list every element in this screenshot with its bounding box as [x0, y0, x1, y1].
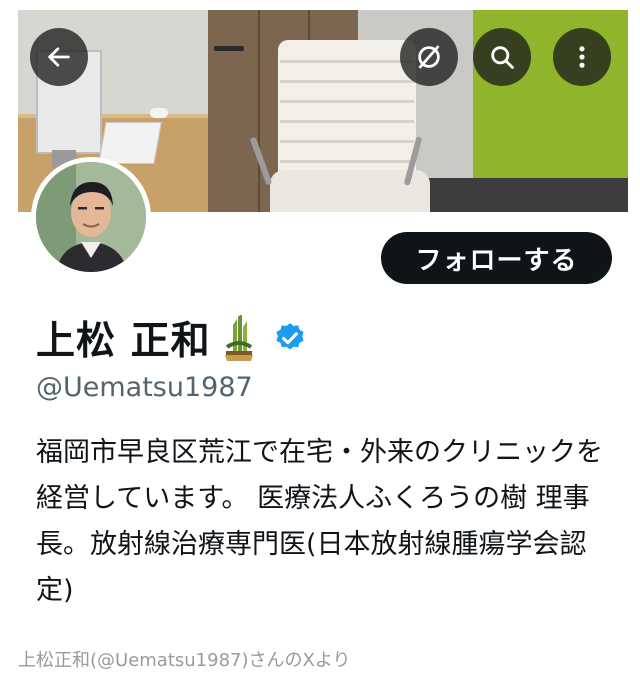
avatar-photo	[36, 162, 146, 272]
profile-card: フォローする 上松 正和 @Uematsu1987 福岡市早良区荒江で在宅・外来…	[18, 10, 628, 640]
unmute-button[interactable]	[400, 28, 458, 86]
profile-handle: @Uematsu1987	[36, 372, 253, 403]
slashed-circle-icon	[418, 45, 440, 69]
image-source-caption: 上松正和(@Uematsu1987)さんのXより	[18, 650, 351, 671]
back-arrow-icon	[48, 47, 70, 67]
display-name: 上松 正和	[36, 319, 211, 364]
profile-name-row: 上松 正和	[36, 310, 307, 366]
more-options-button[interactable]	[553, 28, 611, 86]
verified-badge-icon	[275, 323, 304, 350]
kadomatsu-emoji	[224, 315, 253, 361]
search-button[interactable]	[473, 28, 531, 86]
follow-button[interactable]: フォローする	[381, 232, 612, 284]
profile-avatar[interactable]	[31, 157, 151, 277]
follow-button-label: フォローする	[415, 245, 578, 276]
back-button[interactable]	[30, 28, 88, 86]
profile-bio: 福岡市早良区荒江で在宅・外来のクリニックを経営しています。 医療法人ふくろうの樹…	[36, 437, 603, 606]
search-icon	[491, 46, 514, 69]
more-vertical-icon	[579, 46, 585, 68]
